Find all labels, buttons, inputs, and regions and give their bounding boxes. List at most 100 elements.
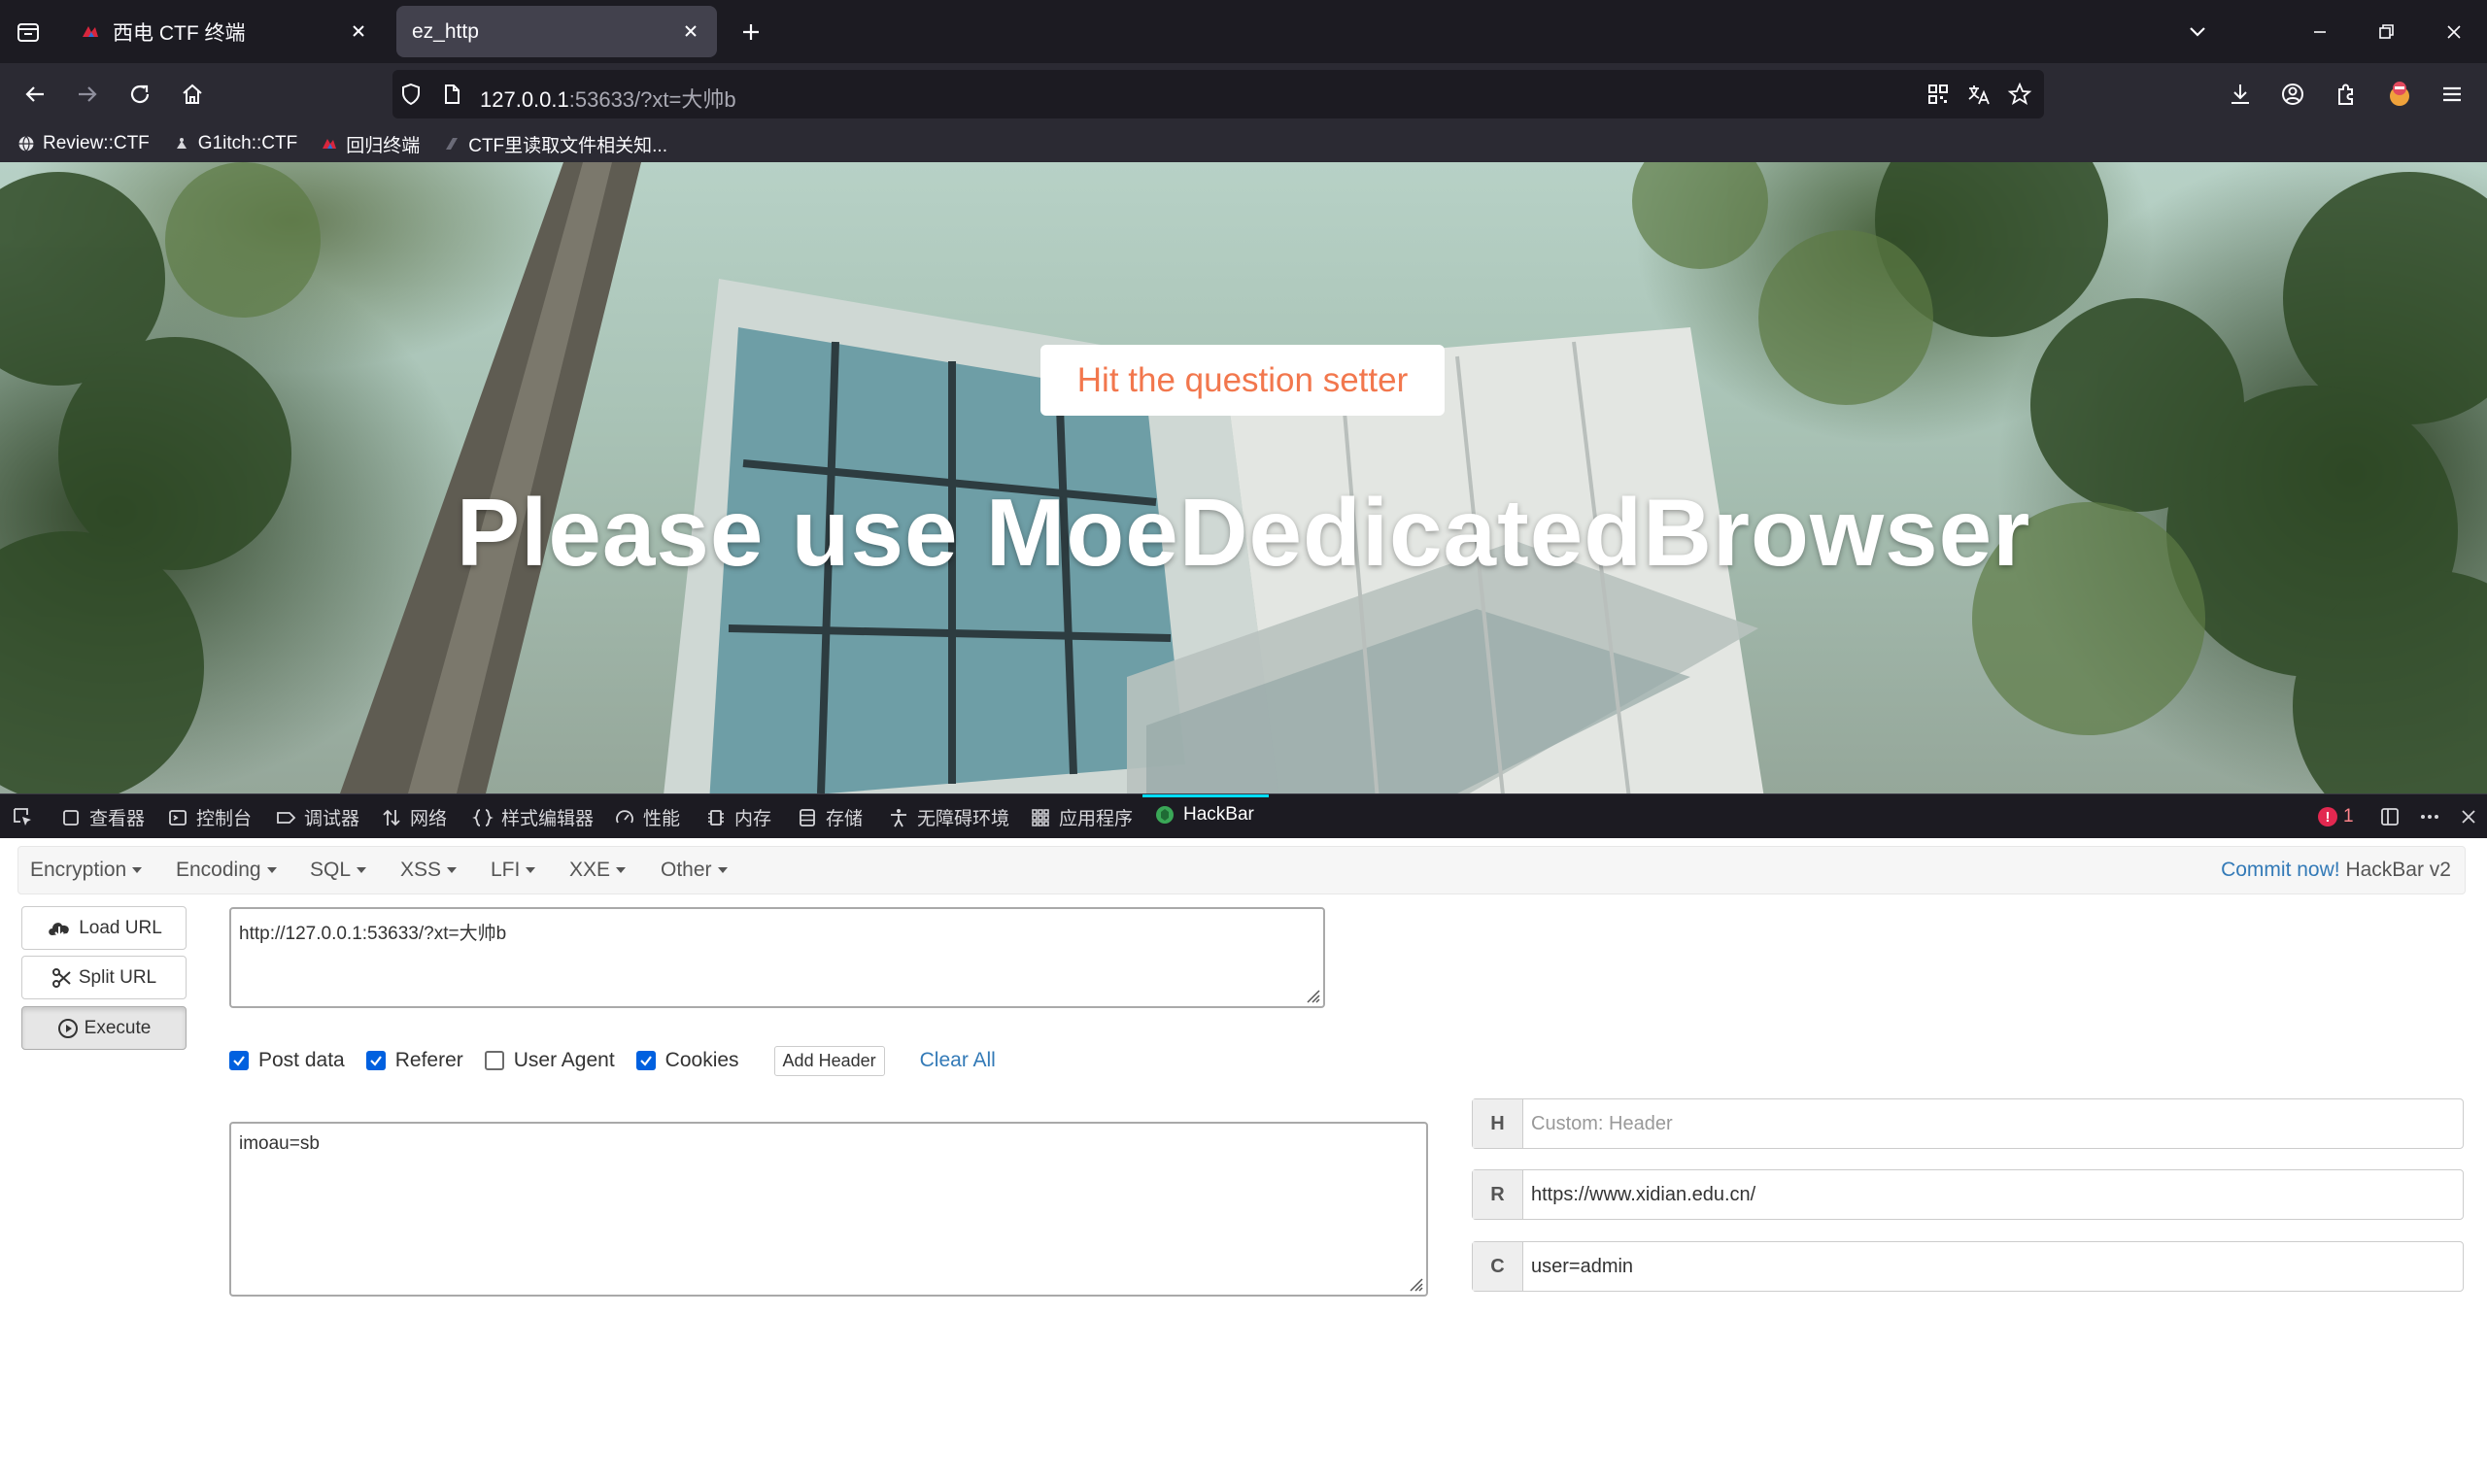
hamburger-menu-icon[interactable] (2436, 79, 2468, 110)
extension-avatar-icon[interactable] (2384, 79, 2415, 110)
checkbox-checked-icon[interactable] (635, 1051, 656, 1070)
menu-xss[interactable]: XSS (400, 859, 458, 882)
menu-xxe[interactable]: XXE (569, 859, 627, 882)
resize-grip-icon[interactable] (1407, 1275, 1424, 1293)
resize-grip-icon[interactable] (1304, 987, 1321, 1004)
dock-side-icon[interactable] (2379, 806, 2401, 827)
active-tab-indicator (1142, 794, 1269, 797)
devtools-tab-style-editor[interactable]: 样式编辑器 (472, 804, 594, 830)
execute-button[interactable]: Execute (21, 1006, 187, 1050)
clear-all-link[interactable]: Clear All (920, 1049, 996, 1072)
bookmark-terminal[interactable]: 回归终端 (321, 131, 420, 157)
hackbar-icon (1156, 806, 1174, 824)
hackbar-version: HackBar v2 (2345, 859, 2451, 881)
devtools-tab-accessibility[interactable]: 无障碍环境 (888, 804, 1009, 830)
accessibility-icon (891, 808, 906, 826)
devtools-tab-label: 应用程序 (1059, 809, 1134, 829)
bookmark-label: 回归终端 (346, 135, 421, 156)
new-tab-icon[interactable] (736, 17, 766, 47)
bookmark-label: CTF里读取文件相关知... (468, 135, 667, 156)
devtools-tab-inspector[interactable]: 查看器 (60, 804, 145, 830)
bookmark-star-icon[interactable] (2007, 82, 2032, 107)
url-text[interactable]: 127.0.0.1:53633/?xt=大帅b (480, 83, 736, 114)
tab-ez-http[interactable]: ez_http (396, 6, 717, 57)
account-icon[interactable] (2277, 79, 2308, 110)
storage-icon (800, 808, 815, 826)
error-count-badge[interactable]: ! 1 (2318, 806, 2354, 827)
checkbox-checked-icon[interactable] (229, 1051, 249, 1070)
element-picker-icon[interactable] (12, 806, 33, 827)
devtools-tab-hackbar[interactable]: HackBar (1154, 804, 1254, 826)
list-all-tabs-icon[interactable] (2185, 19, 2210, 45)
bookmarks-toolbar: Review::CTF G1itch::CTF 回归终端 CTF里读取文件相关知… (0, 125, 2487, 162)
extensions-icon[interactable] (2331, 79, 2362, 110)
devtools-tab-storage[interactable]: 存储 (797, 804, 863, 830)
referer-checkbox[interactable]: Referer (365, 1049, 463, 1072)
close-tab-icon[interactable] (680, 20, 701, 42)
devtools-tab-network[interactable]: 网络 (381, 804, 447, 830)
menu-lfi[interactable]: LFI (491, 859, 536, 882)
checkbox-unchecked-icon[interactable] (484, 1051, 504, 1070)
menu-label: XSS (400, 859, 442, 881)
reload-icon[interactable] (124, 79, 155, 110)
page-info-icon[interactable] (439, 82, 464, 107)
url-textarea[interactable]: http://127.0.0.1:53633/?xt=大帅b (229, 907, 1325, 1008)
devtools-tab-memory[interactable]: 内存 (705, 804, 771, 830)
console-icon (169, 809, 187, 826)
more-options-icon[interactable] (2419, 806, 2440, 827)
commit-now-link[interactable]: Commit now! (2221, 859, 2340, 881)
address-bar[interactable]: 127.0.0.1:53633/?xt=大帅b (392, 70, 2044, 118)
menu-sql[interactable]: SQL (310, 859, 367, 882)
page-viewport: Hit the question setter Please use MoeDe… (0, 162, 2487, 793)
hackbar-panel: Encryption Encoding SQL XSS LFI XXE Othe… (0, 838, 2487, 1484)
menu-encoding[interactable]: Encoding (176, 859, 277, 882)
referer-header-row: R https://www.xidian.edu.cn/ (1472, 1169, 2464, 1220)
tracking-protection-shield-icon[interactable] (398, 82, 424, 107)
devtools-tab-console[interactable]: 控制台 (167, 804, 252, 830)
caret-down-icon (526, 867, 536, 874)
post-data-checkbox[interactable]: Post data (229, 1049, 345, 1072)
user-agent-checkbox[interactable]: User Agent (484, 1049, 615, 1072)
url-host: 127.0.0.1 (480, 87, 569, 112)
devtools-tab-debugger[interactable]: 调试器 (275, 804, 359, 830)
bookmark-ctf-file-read[interactable]: CTF里读取文件相关知... (443, 131, 667, 157)
devtools-tab-label: HackBar (1183, 804, 1254, 825)
post-body-textarea[interactable]: imoau=sb (229, 1122, 1428, 1297)
home-icon[interactable] (177, 79, 208, 110)
add-header-button[interactable]: Add Header (773, 1045, 885, 1076)
back-icon[interactable] (19, 79, 51, 110)
devtools-tab-application[interactable]: 应用程序 (1030, 804, 1133, 830)
load-url-button[interactable]: Load URL (21, 906, 187, 950)
caret-down-icon (132, 867, 143, 874)
cookie-input[interactable]: user=admin (1523, 1242, 2463, 1291)
bookmark-review-ctf[interactable]: Review::CTF (17, 133, 150, 154)
menu-other[interactable]: Other (661, 859, 728, 882)
split-url-button[interactable]: Split URL (21, 956, 187, 999)
caret-down-icon (616, 867, 627, 874)
translate-icon[interactable] (1966, 82, 1992, 107)
qr-code-icon[interactable] (1925, 82, 1951, 107)
menu-encryption[interactable]: Encryption (30, 859, 143, 882)
caret-down-icon (357, 867, 367, 874)
minimize-icon[interactable] (2307, 19, 2333, 45)
cookies-checkbox[interactable]: Cookies (635, 1049, 739, 1072)
devtools-tab-performance[interactable]: 性能 (614, 804, 680, 830)
bookmark-g1itch-ctf[interactable]: G1itch::CTF (173, 133, 297, 154)
post-body-value: imoau=sb (239, 1133, 320, 1154)
devtools-tab-label: 网络 (410, 809, 448, 829)
tab-xidian-ctf[interactable]: 西电 CTF 终端 (64, 6, 385, 57)
hackbar-menubar: Encryption Encoding SQL XSS LFI XXE Othe… (17, 846, 2466, 894)
close-tab-icon[interactable] (348, 20, 369, 42)
downloads-icon[interactable] (2225, 79, 2256, 110)
checkbox-checked-icon[interactable] (365, 1051, 386, 1070)
referer-input[interactable]: https://www.xidian.edu.cn/ (1523, 1170, 2463, 1219)
close-devtools-icon[interactable] (2458, 806, 2479, 827)
hit-question-setter-button[interactable]: Hit the question setter (1040, 345, 1445, 416)
scissors-icon (51, 967, 71, 988)
close-window-icon[interactable] (2441, 19, 2467, 45)
forward-icon[interactable] (72, 79, 103, 110)
restore-icon[interactable] (2373, 19, 2399, 45)
tab-list-icon[interactable] (14, 17, 43, 47)
caret-down-icon (266, 867, 277, 874)
custom-header-input[interactable]: Custom: Header (1523, 1099, 2463, 1148)
